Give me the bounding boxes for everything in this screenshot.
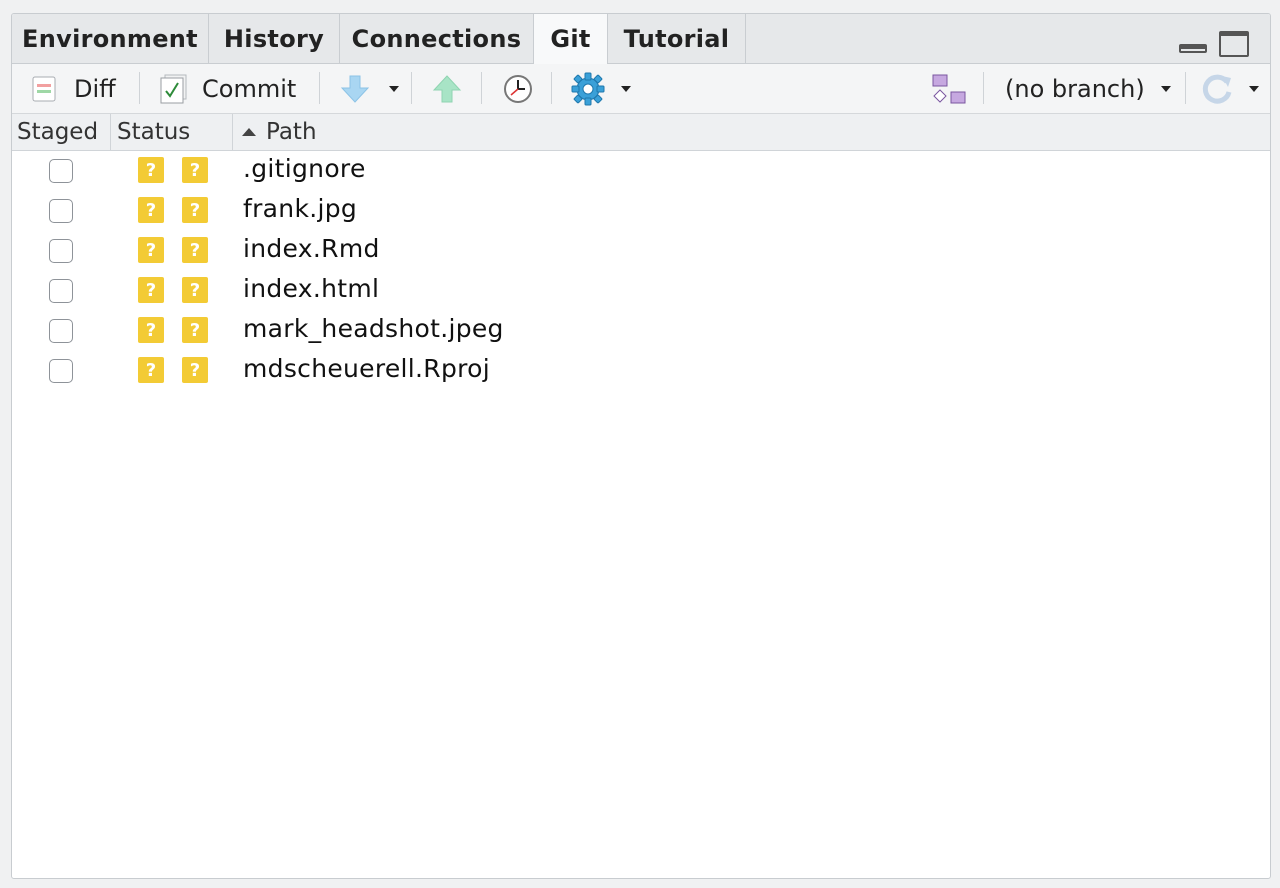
- commit-label: Commit: [202, 74, 297, 103]
- diff-button[interactable]: Diff: [32, 64, 116, 113]
- column-header-label: Status: [117, 119, 191, 145]
- staged-checkbox[interactable]: [49, 239, 73, 263]
- sort-ascending-icon: [242, 128, 256, 136]
- tab-history[interactable]: History: [209, 14, 340, 63]
- file-path[interactable]: frank.jpg: [243, 194, 357, 223]
- commit-icon: [160, 74, 187, 103]
- refresh-icon: [1202, 74, 1232, 104]
- gear-icon: [571, 72, 605, 105]
- file-table-header: Staged Status Path: [12, 114, 1270, 151]
- column-header-label: Path: [266, 119, 317, 145]
- maximize-pane-icon[interactable]: [1219, 31, 1249, 57]
- git-pane: Environment History Connections Git Tuto…: [11, 13, 1271, 879]
- file-path[interactable]: mark_headshot.jpeg: [243, 314, 504, 343]
- toolbar-divider: [411, 72, 412, 104]
- tab-environment[interactable]: Environment: [12, 14, 209, 63]
- status-untracked-icon: ?: [182, 357, 208, 383]
- status-untracked-icon: ?: [182, 157, 208, 183]
- chevron-down-icon: [389, 85, 399, 92]
- tab-bar: Environment History Connections Git Tuto…: [12, 14, 1270, 64]
- chevron-down-icon: [1160, 85, 1171, 92]
- staged-checkbox[interactable]: [49, 319, 73, 343]
- table-row[interactable]: ? ? index.html: [12, 272, 1270, 312]
- git-toolbar: Diff Commit (no branch): [12, 64, 1270, 114]
- status-untracked-icon: ?: [138, 317, 164, 343]
- table-row[interactable]: ? ? index.Rmd: [12, 232, 1270, 272]
- refresh-button[interactable]: [1201, 64, 1259, 113]
- diff-label: Diff: [74, 74, 116, 103]
- file-path[interactable]: .gitignore: [243, 154, 366, 183]
- status-untracked-icon: ?: [182, 237, 208, 263]
- minimize-pane-icon[interactable]: [1179, 44, 1207, 53]
- pull-button[interactable]: [340, 64, 370, 113]
- status-untracked-icon: ?: [138, 197, 164, 223]
- tab-connections[interactable]: Connections: [340, 14, 534, 63]
- column-header-label: Staged: [17, 119, 99, 145]
- column-header-staged[interactable]: Staged: [12, 114, 111, 150]
- toolbar-divider: [319, 72, 320, 104]
- staged-checkbox[interactable]: [49, 199, 73, 223]
- chevron-down-icon: [621, 85, 631, 92]
- status-untracked-icon: ?: [138, 277, 164, 303]
- status-untracked-icon: ?: [138, 157, 164, 183]
- table-row[interactable]: ? ? .gitignore: [12, 152, 1270, 192]
- table-row[interactable]: ? ? mark_headshot.jpeg: [12, 312, 1270, 352]
- file-path[interactable]: index.html: [243, 274, 379, 303]
- status-untracked-icon: ?: [138, 357, 164, 383]
- status-untracked-icon: ?: [182, 197, 208, 223]
- history-button[interactable]: [503, 64, 533, 113]
- file-path[interactable]: index.Rmd: [243, 234, 380, 263]
- clock-icon: [504, 74, 532, 103]
- staged-checkbox[interactable]: [49, 279, 73, 303]
- table-row[interactable]: ? ? frank.jpg: [12, 192, 1270, 232]
- staged-checkbox[interactable]: [49, 159, 73, 183]
- chevron-down-icon: [1249, 85, 1259, 92]
- toolbar-divider: [983, 72, 984, 104]
- commit-button[interactable]: Commit: [160, 64, 296, 113]
- tab-git[interactable]: Git: [534, 14, 608, 64]
- toolbar-divider: [139, 72, 140, 104]
- staged-checkbox[interactable]: [49, 359, 73, 383]
- push-button[interactable]: [432, 64, 462, 113]
- status-untracked-icon: ?: [182, 277, 208, 303]
- toolbar-divider: [1185, 72, 1186, 104]
- diff-icon: [32, 76, 56, 101]
- pull-dropdown[interactable]: [389, 64, 399, 113]
- status-untracked-icon: ?: [182, 317, 208, 343]
- tab-tutorial[interactable]: Tutorial: [608, 14, 746, 63]
- toolbar-divider: [551, 72, 552, 104]
- column-header-status[interactable]: Status: [111, 114, 233, 150]
- new-branch-button[interactable]: [931, 64, 967, 113]
- branch-label: (no branch): [1005, 74, 1145, 103]
- branch-icon: [932, 74, 966, 103]
- more-options-button[interactable]: [571, 64, 631, 113]
- push-arrow-icon: [432, 74, 462, 102]
- toolbar-divider: [481, 72, 482, 104]
- table-row[interactable]: ? ? mdscheuerell.Rproj: [12, 352, 1270, 392]
- branch-selector[interactable]: (no branch): [1005, 64, 1171, 113]
- file-path[interactable]: mdscheuerell.Rproj: [243, 354, 490, 383]
- pull-arrow-icon: [340, 75, 370, 103]
- column-header-path[interactable]: Path: [233, 114, 1270, 150]
- status-untracked-icon: ?: [138, 237, 164, 263]
